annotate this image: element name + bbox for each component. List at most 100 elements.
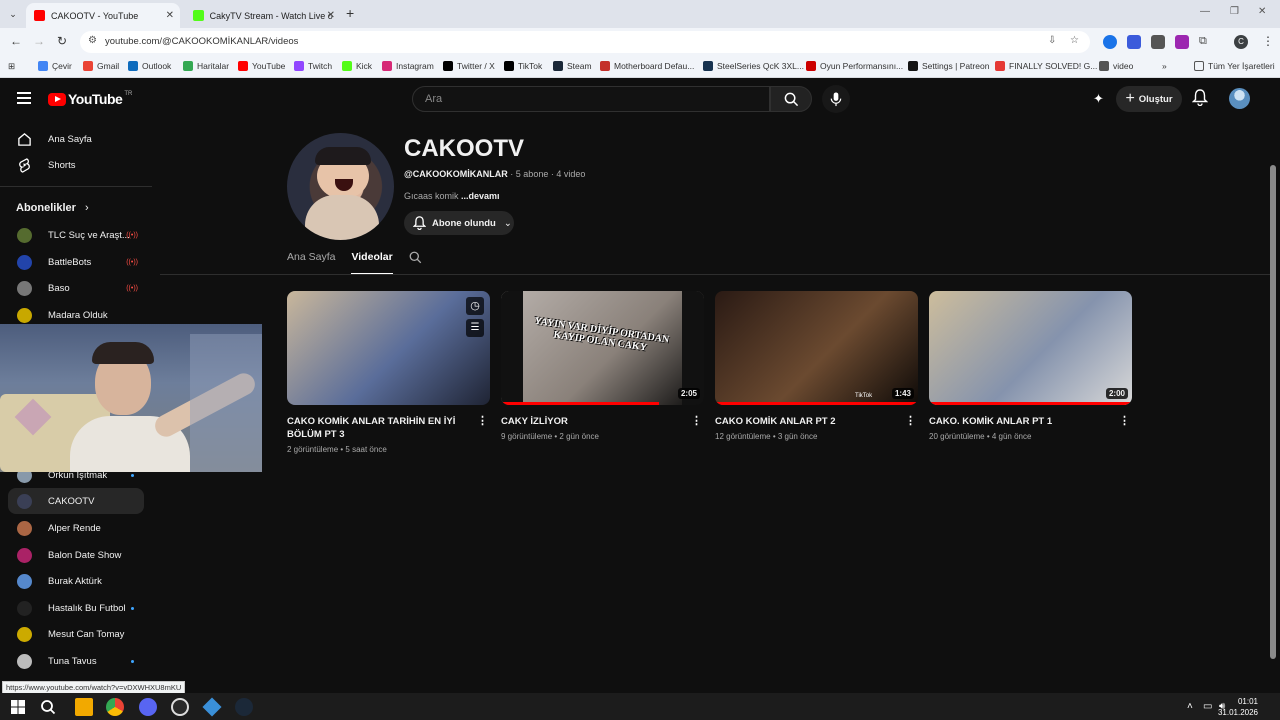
obs-icon[interactable]: [171, 698, 189, 716]
extension-icon[interactable]: [1127, 35, 1141, 49]
address-bar[interactable]: ⚙ youtube.com/@CAKOOKOMİKANLAR/videos ⇩ …: [80, 31, 1090, 53]
network-icon[interactable]: ▭: [1203, 701, 1212, 712]
bookmark-item[interactable]: YouTube: [238, 61, 285, 71]
video-card[interactable]: TikTok 1:43 CAKO KOMİK ANLAR PT 2 ⋮ 12 görün…: [715, 291, 918, 441]
bookmark-item[interactable]: Motherboard Defau...: [600, 61, 694, 71]
more-link[interactable]: ...devamı: [461, 191, 500, 201]
tab-home[interactable]: Ana Sayfa: [287, 251, 335, 275]
taskbar-clock[interactable]: 01:01 31.01.2026: [1218, 696, 1258, 718]
video-menu-icon[interactable]: ⋮: [905, 415, 916, 428]
bookmark-item[interactable]: Çevir: [38, 61, 72, 71]
voice-search-button[interactable]: [822, 85, 850, 113]
video-thumbnail[interactable]: ◷ ☰: [287, 291, 490, 405]
extension-icon[interactable]: [1103, 35, 1117, 49]
bookmark-item[interactable]: Instagram: [382, 61, 434, 71]
apps-grid-icon[interactable]: ⊞: [8, 61, 15, 72]
bookmark-item[interactable]: Settings | Patreon: [908, 61, 989, 71]
bookmark-item[interactable]: Gmail: [83, 61, 119, 71]
sidebar-item-subscription[interactable]: Burak Aktürk: [8, 568, 144, 594]
windows-start-icon[interactable]: [9, 698, 27, 716]
sidebar-item-subscription[interactable]: CAKOOTV: [8, 488, 144, 514]
search-input[interactable]: [413, 87, 769, 111]
channel-search-icon[interactable]: [409, 251, 422, 275]
video-title[interactable]: CAKO. KOMİK ANLAR PT 1 ⋮: [929, 415, 1132, 428]
app-icon[interactable]: [202, 697, 222, 717]
bookmark-item[interactable]: Oyun Performansını...: [806, 61, 903, 71]
close-window-icon[interactable]: ✕: [1258, 6, 1266, 17]
video-card[interactable]: 2:00 CAKO. KOMİK ANLAR PT 1 ⋮ 20 görüntülem…: [929, 291, 1132, 441]
video-card[interactable]: ◷ ☰ CAKO KOMİK ANLAR TARİHİN EN İYİ BÖLÜM …: [287, 291, 490, 454]
account-avatar[interactable]: [1229, 88, 1250, 109]
sidebar-item-subscription[interactable]: Alper Rende: [8, 515, 144, 541]
forward-icon[interactable]: →: [33, 34, 45, 48]
youtube-logo[interactable]: YouTube TR: [48, 91, 132, 107]
site-info-icon[interactable]: ⚙: [88, 35, 97, 46]
create-button[interactable]: + Oluştur: [1116, 86, 1182, 112]
bookmark-item[interactable]: Kick: [342, 61, 372, 71]
video-thumbnail[interactable]: YAYIN VAR DİYİP ORTADAN KAYIP OLAN CAKY 2…: [501, 291, 704, 405]
tab-cakytv[interactable]: CakyTV Stream - Watch Live on ✕: [185, 3, 341, 28]
tab-videos[interactable]: Videolar: [351, 251, 393, 275]
sidebar-item-subscription[interactable]: TLC Suç ve Araşt... ((•)): [8, 222, 144, 248]
add-to-queue-icon[interactable]: ☰: [466, 319, 484, 337]
subscriptions-header[interactable]: Abonelikler ›: [16, 202, 89, 214]
taskbar-search-icon[interactable]: [39, 698, 57, 716]
sidebar-item-subscription[interactable]: Balon Date Show: [8, 542, 144, 568]
all-bookmarks-folder[interactable]: Tüm Yer İşaretleri: [1194, 61, 1275, 71]
bookmark-item[interactable]: FINALLY SOLVED! G...: [995, 61, 1097, 71]
tab-youtube[interactable]: CAKOOTV - YouTube ✕: [26, 3, 180, 28]
restore-icon[interactable]: ❐: [1230, 6, 1239, 17]
video-menu-icon[interactable]: ⋮: [477, 415, 488, 428]
profile-avatar-icon[interactable]: C: [1234, 35, 1248, 49]
sidebar-item-subscription[interactable]: Mesut Can Tomay: [8, 621, 144, 647]
bookmark-item[interactable]: video: [1099, 61, 1133, 71]
ask-sparkle-icon[interactable]: ✦: [1093, 91, 1104, 107]
sidebar-item-shorts[interactable]: Shorts: [8, 152, 144, 178]
install-app-icon[interactable]: ⇩: [1048, 35, 1056, 46]
tray-chevron-icon[interactable]: ˄: [1187, 701, 1193, 712]
video-card[interactable]: YAYIN VAR DİYİP ORTADAN KAYIP OLAN CAKY 2…: [501, 291, 704, 441]
bookmark-item[interactable]: TikTok: [504, 61, 542, 71]
bookmark-star-icon[interactable]: ☆: [1070, 35, 1079, 46]
bookmark-item[interactable]: Outlook: [128, 61, 171, 71]
video-title[interactable]: CAKO KOMİK ANLAR PT 2 ⋮: [715, 415, 918, 428]
subscribed-button[interactable]: Abone olundu ⌄: [404, 211, 514, 235]
hamburger-menu-icon[interactable]: [17, 92, 31, 104]
sidebar-item-subscription[interactable]: Baso ((•)): [8, 275, 144, 301]
sidebar-item-subscription[interactable]: BattleBots ((•)): [8, 249, 144, 275]
close-tab-icon[interactable]: ✕: [166, 10, 174, 21]
search-button[interactable]: [770, 86, 812, 112]
close-tab-icon[interactable]: ✕: [327, 10, 335, 21]
bookmark-item[interactable]: Steam: [553, 61, 592, 71]
bookmark-item[interactable]: SteelSeries QcK 3XL...: [703, 61, 804, 71]
video-title[interactable]: CAKO KOMİK ANLAR TARİHİN EN İYİ BÖLÜM PT…: [287, 415, 490, 441]
discord-icon[interactable]: [139, 698, 157, 716]
video-title[interactable]: CAKY İZLİYOR ⋮: [501, 415, 704, 428]
extension-icon[interactable]: [1175, 35, 1189, 49]
bookmark-item[interactable]: Haritalar: [183, 61, 229, 71]
page-scrollbar[interactable]: [1270, 165, 1276, 659]
more-bookmarks-icon[interactable]: »: [1162, 61, 1167, 71]
video-thumbnail[interactable]: TikTok 1:43: [715, 291, 918, 405]
new-tab-icon[interactable]: +: [346, 5, 354, 21]
tab-search-icon[interactable]: ⌄: [4, 5, 22, 23]
search-box[interactable]: [412, 86, 770, 112]
sidebar-item-subscription[interactable]: Hastalık Bu Futbol: [8, 595, 144, 621]
chrome-icon[interactable]: [106, 698, 124, 716]
video-menu-icon[interactable]: ⋮: [1119, 415, 1130, 428]
bookmark-item[interactable]: Twitter / X: [443, 61, 495, 71]
channel-description[interactable]: Gıcaas komik ...devamı: [404, 191, 500, 201]
menu-kebab-icon[interactable]: ⋮: [1262, 34, 1274, 48]
steam-icon[interactable]: [235, 698, 253, 716]
notifications-bell-icon[interactable]: [1191, 89, 1209, 111]
video-thumbnail[interactable]: 2:00: [929, 291, 1132, 405]
extensions-puzzle-icon[interactable]: ⧉: [1199, 35, 1213, 49]
watch-later-icon[interactable]: ◷: [466, 297, 484, 315]
sidebar-item-subscription[interactable]: Tuna Tavus: [8, 648, 144, 674]
sidebar-item-home[interactable]: Ana Sayfa: [8, 126, 144, 152]
minimize-icon[interactable]: —: [1200, 6, 1210, 17]
back-icon[interactable]: ←: [10, 34, 22, 48]
bookmark-item[interactable]: Twitch: [294, 61, 332, 71]
reload-icon[interactable]: ↻: [57, 34, 67, 48]
video-menu-icon[interactable]: ⋮: [691, 415, 702, 428]
